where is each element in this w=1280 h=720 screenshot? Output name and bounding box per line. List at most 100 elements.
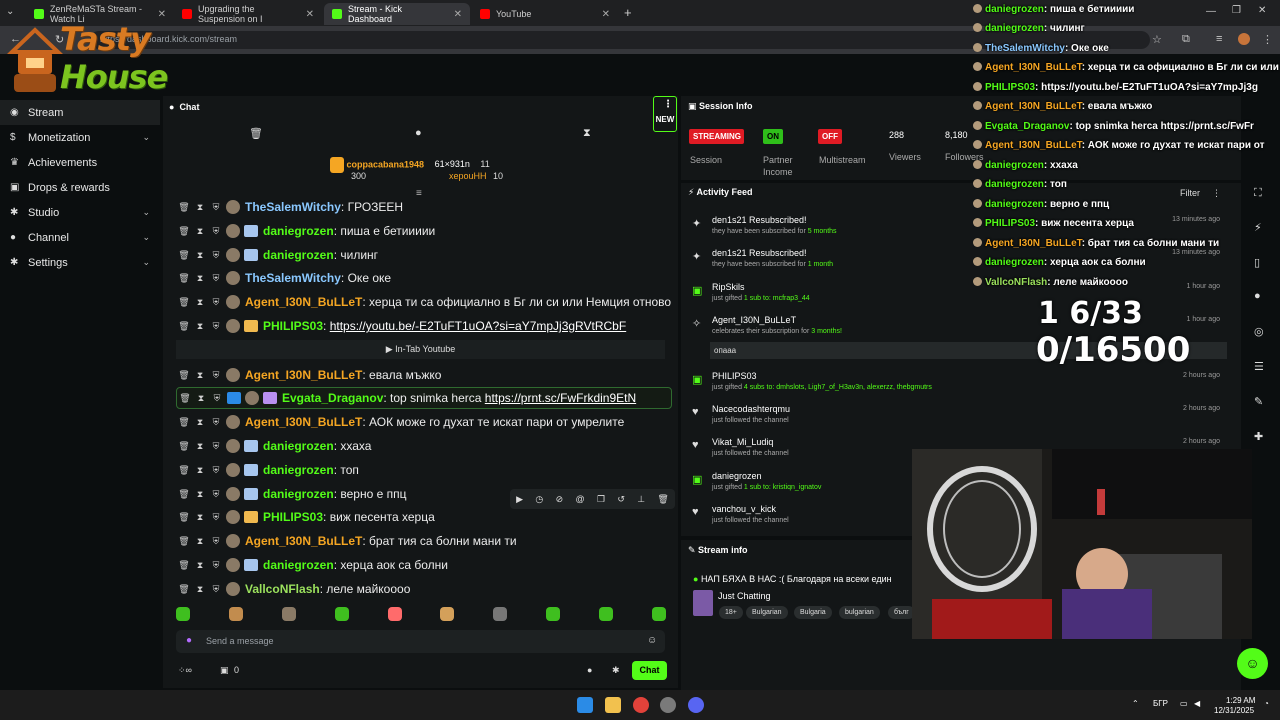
chat-message[interactable]: 🗑 ⧗ ⛨ Agent_I30N_BuLLeT: АОК може го духат … xyxy=(176,411,672,433)
activity-feed-item[interactable]: ▣ PHILIPS03 just gifted 4 subs to: dmhslot… xyxy=(690,371,1230,404)
shield-icon[interactable]: ⛨ xyxy=(208,512,224,523)
clock-date[interactable]: 12/31/2025 xyxy=(1214,706,1254,715)
windows-start-icon[interactable] xyxy=(577,697,593,713)
slash-icon[interactable]: ⊘ xyxy=(556,494,564,505)
emote-icon[interactable] xyxy=(176,607,190,621)
trash-icon[interactable]: 🗑 xyxy=(176,273,192,284)
chat-username[interactable]: VallcoNFlash xyxy=(245,582,320,596)
sidebar-item-stream[interactable]: ◉ Stream xyxy=(0,100,160,125)
shield-icon[interactable]: ⛨ xyxy=(209,393,225,404)
sidebar-item-channel[interactable]: ● Channel ⌄ xyxy=(0,225,160,250)
trash-icon[interactable]: 🗑 xyxy=(176,226,192,237)
shield-icon[interactable]: ⛨ xyxy=(208,441,224,452)
chat-message[interactable]: 🗑 ⧗ ⛨ PHILIPS03: виж песента херца xyxy=(176,506,672,528)
chat-message[interactable]: 🗑 ⧗ ⛨ TheSalemWitchy: ГРОЗЕЕН xyxy=(176,196,672,218)
hourglass-icon[interactable]: ⧗ xyxy=(192,489,208,500)
close-icon[interactable]: ✕ xyxy=(602,9,610,20)
emote-icon[interactable] xyxy=(546,607,561,621)
clock-time[interactable]: 1:29 AM xyxy=(1226,696,1255,705)
play-icon[interactable]: ▶ xyxy=(516,494,523,505)
trash-icon[interactable]: 🗑 xyxy=(176,417,192,428)
chat-message[interactable]: 🗑 ⧗ ⛨ Agent_I30N_BuLLeT: евала мъжко xyxy=(176,364,672,386)
media-icon[interactable]: ≡ xyxy=(1216,33,1222,45)
shield-icon[interactable]: ⛨ xyxy=(208,273,224,284)
shield-icon[interactable]: ⛨ xyxy=(208,321,224,332)
chat-username[interactable]: Agent_I30N_BuLLeT xyxy=(245,415,362,429)
activity-feed-item[interactable]: ✦ den1s21 Resubscribed! they have been sub… xyxy=(690,248,1230,281)
chat-message[interactable]: 🗑 ⧗ ⛨ TheSalemWitchy: Оке оке xyxy=(176,267,672,289)
in-tab-youtube-banner[interactable]: ▶ In-Tab Youtube xyxy=(176,340,665,359)
emote-icon[interactable] xyxy=(599,607,613,621)
activity-feed-item[interactable]: ▣ RipSkils just gifted 1 sub to: mcfrap3_4… xyxy=(690,282,1230,315)
hourglass-icon[interactable]: ⧗ xyxy=(192,370,208,381)
trash-icon[interactable]: 🗑 xyxy=(176,584,192,595)
chat-username[interactable]: daniegrozen xyxy=(263,224,334,238)
trash-icon[interactable]: 🗑 xyxy=(657,494,668,505)
shield-icon[interactable]: ⛨ xyxy=(208,297,224,308)
chat-input[interactable]: Send a message xyxy=(176,630,665,653)
shield-icon[interactable]: ⛨ xyxy=(208,250,224,261)
hourglass-icon[interactable]: ⧗ xyxy=(192,441,208,452)
shield-icon[interactable]: ⛨ xyxy=(208,226,224,237)
profile-avatar[interactable] xyxy=(1238,33,1250,45)
sidebar-item-drops[interactable]: ▣ Drops & rewards xyxy=(0,175,160,200)
chat-message[interactable]: 🗑 ⧗ ⛨ Agent_I30N_BuLLeT: херца ти са официа… xyxy=(176,291,672,313)
hourglass-icon[interactable]: ⧗ xyxy=(192,584,208,595)
hourglass-icon[interactable]: ⧗ xyxy=(192,417,208,428)
chat-link[interactable]: https://prnt.sc/FwFrkdin9EtN xyxy=(485,391,636,405)
gear-icon[interactable]: ✱ xyxy=(612,665,620,676)
support-fab-icon[interactable]: ☺ xyxy=(1237,648,1268,679)
menu-kebab-icon[interactable]: ⋮ xyxy=(1262,33,1273,46)
emote-icon[interactable] xyxy=(334,607,349,621)
close-icon[interactable]: ✕ xyxy=(306,9,314,20)
chat-message[interactable]: 🗑 ⧗ ⛨ daniegrozen: ххаха xyxy=(176,435,672,457)
chat-username[interactable]: daniegrozen xyxy=(263,558,334,572)
at-icon[interactable]: @ xyxy=(575,494,584,504)
puzzle-icon[interactable]: ✚ xyxy=(1254,430,1263,443)
trash-icon[interactable]: 🗑 xyxy=(176,202,192,213)
file-explorer-icon[interactable] xyxy=(605,697,621,713)
emote-icon[interactable] xyxy=(493,607,508,621)
notification-icon[interactable]: ◔ xyxy=(1264,699,1269,708)
hourglass-icon[interactable]: ⧗ xyxy=(192,202,208,213)
close-window-icon[interactable]: ✕ xyxy=(1258,5,1266,16)
shield-icon[interactable]: ⛨ xyxy=(208,489,224,500)
sidebar-item-achievements[interactable]: ♛ Achievements xyxy=(0,150,160,175)
new-tab-icon[interactable]: + xyxy=(624,5,632,20)
hourglass-icon[interactable]: ⧗ xyxy=(192,560,208,571)
trash-icon[interactable]: 🗑 xyxy=(176,370,192,381)
hourglass-icon[interactable]: ⧗ xyxy=(192,250,208,261)
chat-bubble-icon[interactable]: ● xyxy=(1254,290,1261,302)
chat-link[interactable]: https://youtu.be/-E2TuFT1uOA?si=aY7mpJj3… xyxy=(330,319,626,333)
chat-username[interactable]: daniegrozen xyxy=(263,248,334,262)
emote-icon[interactable] xyxy=(281,607,296,621)
emote-icon[interactable] xyxy=(651,607,666,621)
chat-username[interactable]: Agent_I30N_BuLLeT xyxy=(245,534,362,548)
filter-button[interactable]: Filter ⋮ xyxy=(1180,188,1221,199)
chat-username[interactable]: daniegrozen xyxy=(263,487,334,501)
users-icon[interactable]: ⁘∞ xyxy=(178,665,192,676)
emoji-icon[interactable]: ☺ xyxy=(647,635,657,646)
browser-tab-2[interactable]: Stream - Kick Dashboard ✕ xyxy=(324,3,470,25)
chat-message[interactable]: 🗑 ⧗ ⛨ PHILIPS03: https://youtu.be/-E2TuFT1u… xyxy=(176,315,672,337)
hourglass-icon[interactable]: ⧗ xyxy=(192,465,208,476)
chat-username[interactable]: PHILIPS03 xyxy=(263,319,323,333)
trash-icon[interactable]: 🗑 xyxy=(176,512,192,523)
trash-icon[interactable]: 🗑 xyxy=(176,560,192,571)
shield-icon[interactable]: ⛨ xyxy=(208,202,224,213)
hourglass-icon[interactable]: ⧗ xyxy=(192,297,208,308)
language-indicator[interactable]: БГР xyxy=(1153,699,1168,708)
trash-icon[interactable]: 🗑 xyxy=(249,127,263,140)
tray-chevron-icon[interactable]: ⌃ xyxy=(1132,699,1139,708)
chat-username[interactable]: Agent_I30N_BuLLeT xyxy=(245,295,362,309)
extensions-icon[interactable]: ⧉ xyxy=(1182,33,1190,46)
shield-icon[interactable]: ⛨ xyxy=(208,536,224,547)
hourglass-icon[interactable]: ⧗ xyxy=(583,127,591,140)
chrome-icon[interactable] xyxy=(633,697,649,713)
browser-tab-1[interactable]: Upgrading the Suspension on I ✕ xyxy=(174,3,322,25)
phone-icon[interactable]: ▯ xyxy=(1254,256,1260,269)
chat-username[interactable]: TheSalemWitchy xyxy=(245,200,341,214)
pin-icon[interactable]: ⊥ xyxy=(637,494,645,505)
hourglass-icon[interactable]: ⧗ xyxy=(193,393,209,404)
undo-icon[interactable]: ↺ xyxy=(617,494,625,505)
